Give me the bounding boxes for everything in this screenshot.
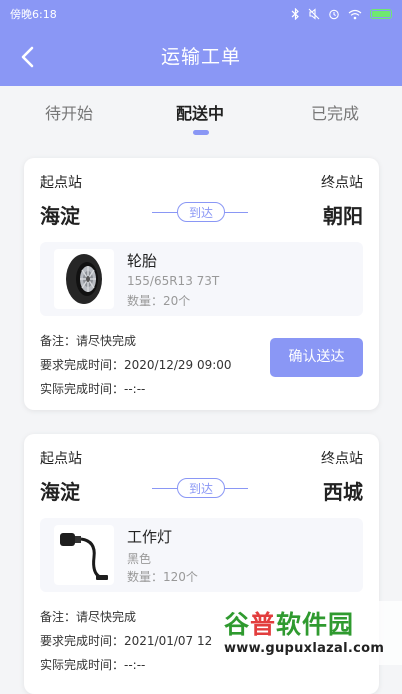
product-image bbox=[54, 525, 114, 585]
end-station-label: 终点站 bbox=[321, 175, 363, 191]
confirm-delivery-button[interactable]: 确认送达 bbox=[270, 338, 363, 377]
active-tab-indicator bbox=[193, 130, 209, 135]
end-station-name: 朝阳 bbox=[323, 204, 363, 228]
start-station-name: 海淀 bbox=[40, 480, 80, 504]
wifi-icon bbox=[348, 9, 362, 19]
order-note: 备注：请尽快完成 bbox=[40, 334, 137, 348]
watermark-logo-part3: 软件园 bbox=[276, 610, 355, 639]
product-image bbox=[54, 249, 114, 309]
page-title: 运输工单 bbox=[160, 46, 241, 68]
tab-bar: 待开始 配送中 已完成 bbox=[0, 86, 402, 142]
product-quantity: 数量：20个 bbox=[127, 294, 191, 308]
required-time: 要求完成时间：2020/12/29 09:00 bbox=[40, 358, 232, 372]
product-name: 轮胎 bbox=[127, 252, 158, 270]
header: 运输工单 bbox=[0, 28, 402, 86]
watermark-logo: 谷普软件园 bbox=[224, 605, 354, 641]
end-station-name: 西城 bbox=[323, 480, 363, 504]
watermark-url: www.gupuxlazal.com bbox=[224, 641, 385, 656]
route-badge: 到达 bbox=[177, 478, 225, 498]
watermark: 谷普软件园 www.gupuxlazal.com bbox=[218, 601, 402, 665]
product-quantity: 数量：120个 bbox=[127, 570, 198, 584]
work-lamp-icon bbox=[60, 533, 108, 580]
product-spec: 黑色 bbox=[127, 552, 152, 566]
start-station-label: 起点站 bbox=[40, 451, 82, 467]
start-station-name: 海淀 bbox=[40, 204, 80, 228]
product-spec: 155/65R13 73T bbox=[127, 274, 220, 288]
tab-completed[interactable]: 已完成 bbox=[311, 100, 359, 124]
product-item[interactable]: 工作灯 黑色 数量：120个 bbox=[40, 518, 363, 592]
tire-icon bbox=[66, 254, 102, 304]
alarm-icon bbox=[329, 9, 339, 20]
required-time: 要求完成时间：2021/01/07 12 bbox=[40, 634, 213, 648]
start-station-label: 起点站 bbox=[40, 175, 82, 191]
end-station-label: 终点站 bbox=[321, 451, 363, 467]
status-icons bbox=[291, 8, 392, 20]
tab-pending[interactable]: 待开始 bbox=[45, 100, 93, 124]
battery-icon bbox=[370, 9, 392, 19]
bluetooth-icon bbox=[291, 8, 299, 20]
status-time: 傍晚6:18 bbox=[10, 8, 57, 21]
watermark-logo-part1: 谷 bbox=[224, 610, 251, 639]
mute-icon bbox=[308, 8, 320, 20]
order-card: 起点站 终点站 海淀 朝阳 到达 轮胎 155/65R13 73T 数量：20个… bbox=[24, 158, 379, 410]
status-bar: 傍晚6:18 bbox=[0, 0, 402, 28]
actual-time: 实际完成时间：--:-- bbox=[40, 382, 146, 396]
route-badge: 到达 bbox=[177, 202, 225, 222]
product-name: 工作灯 bbox=[127, 528, 173, 546]
order-note: 备注：请尽快完成 bbox=[40, 610, 137, 624]
product-item[interactable]: 轮胎 155/65R13 73T 数量：20个 bbox=[40, 242, 363, 316]
watermark-logo-part2: 普 bbox=[250, 610, 277, 639]
tab-delivering[interactable]: 配送中 bbox=[176, 100, 224, 124]
